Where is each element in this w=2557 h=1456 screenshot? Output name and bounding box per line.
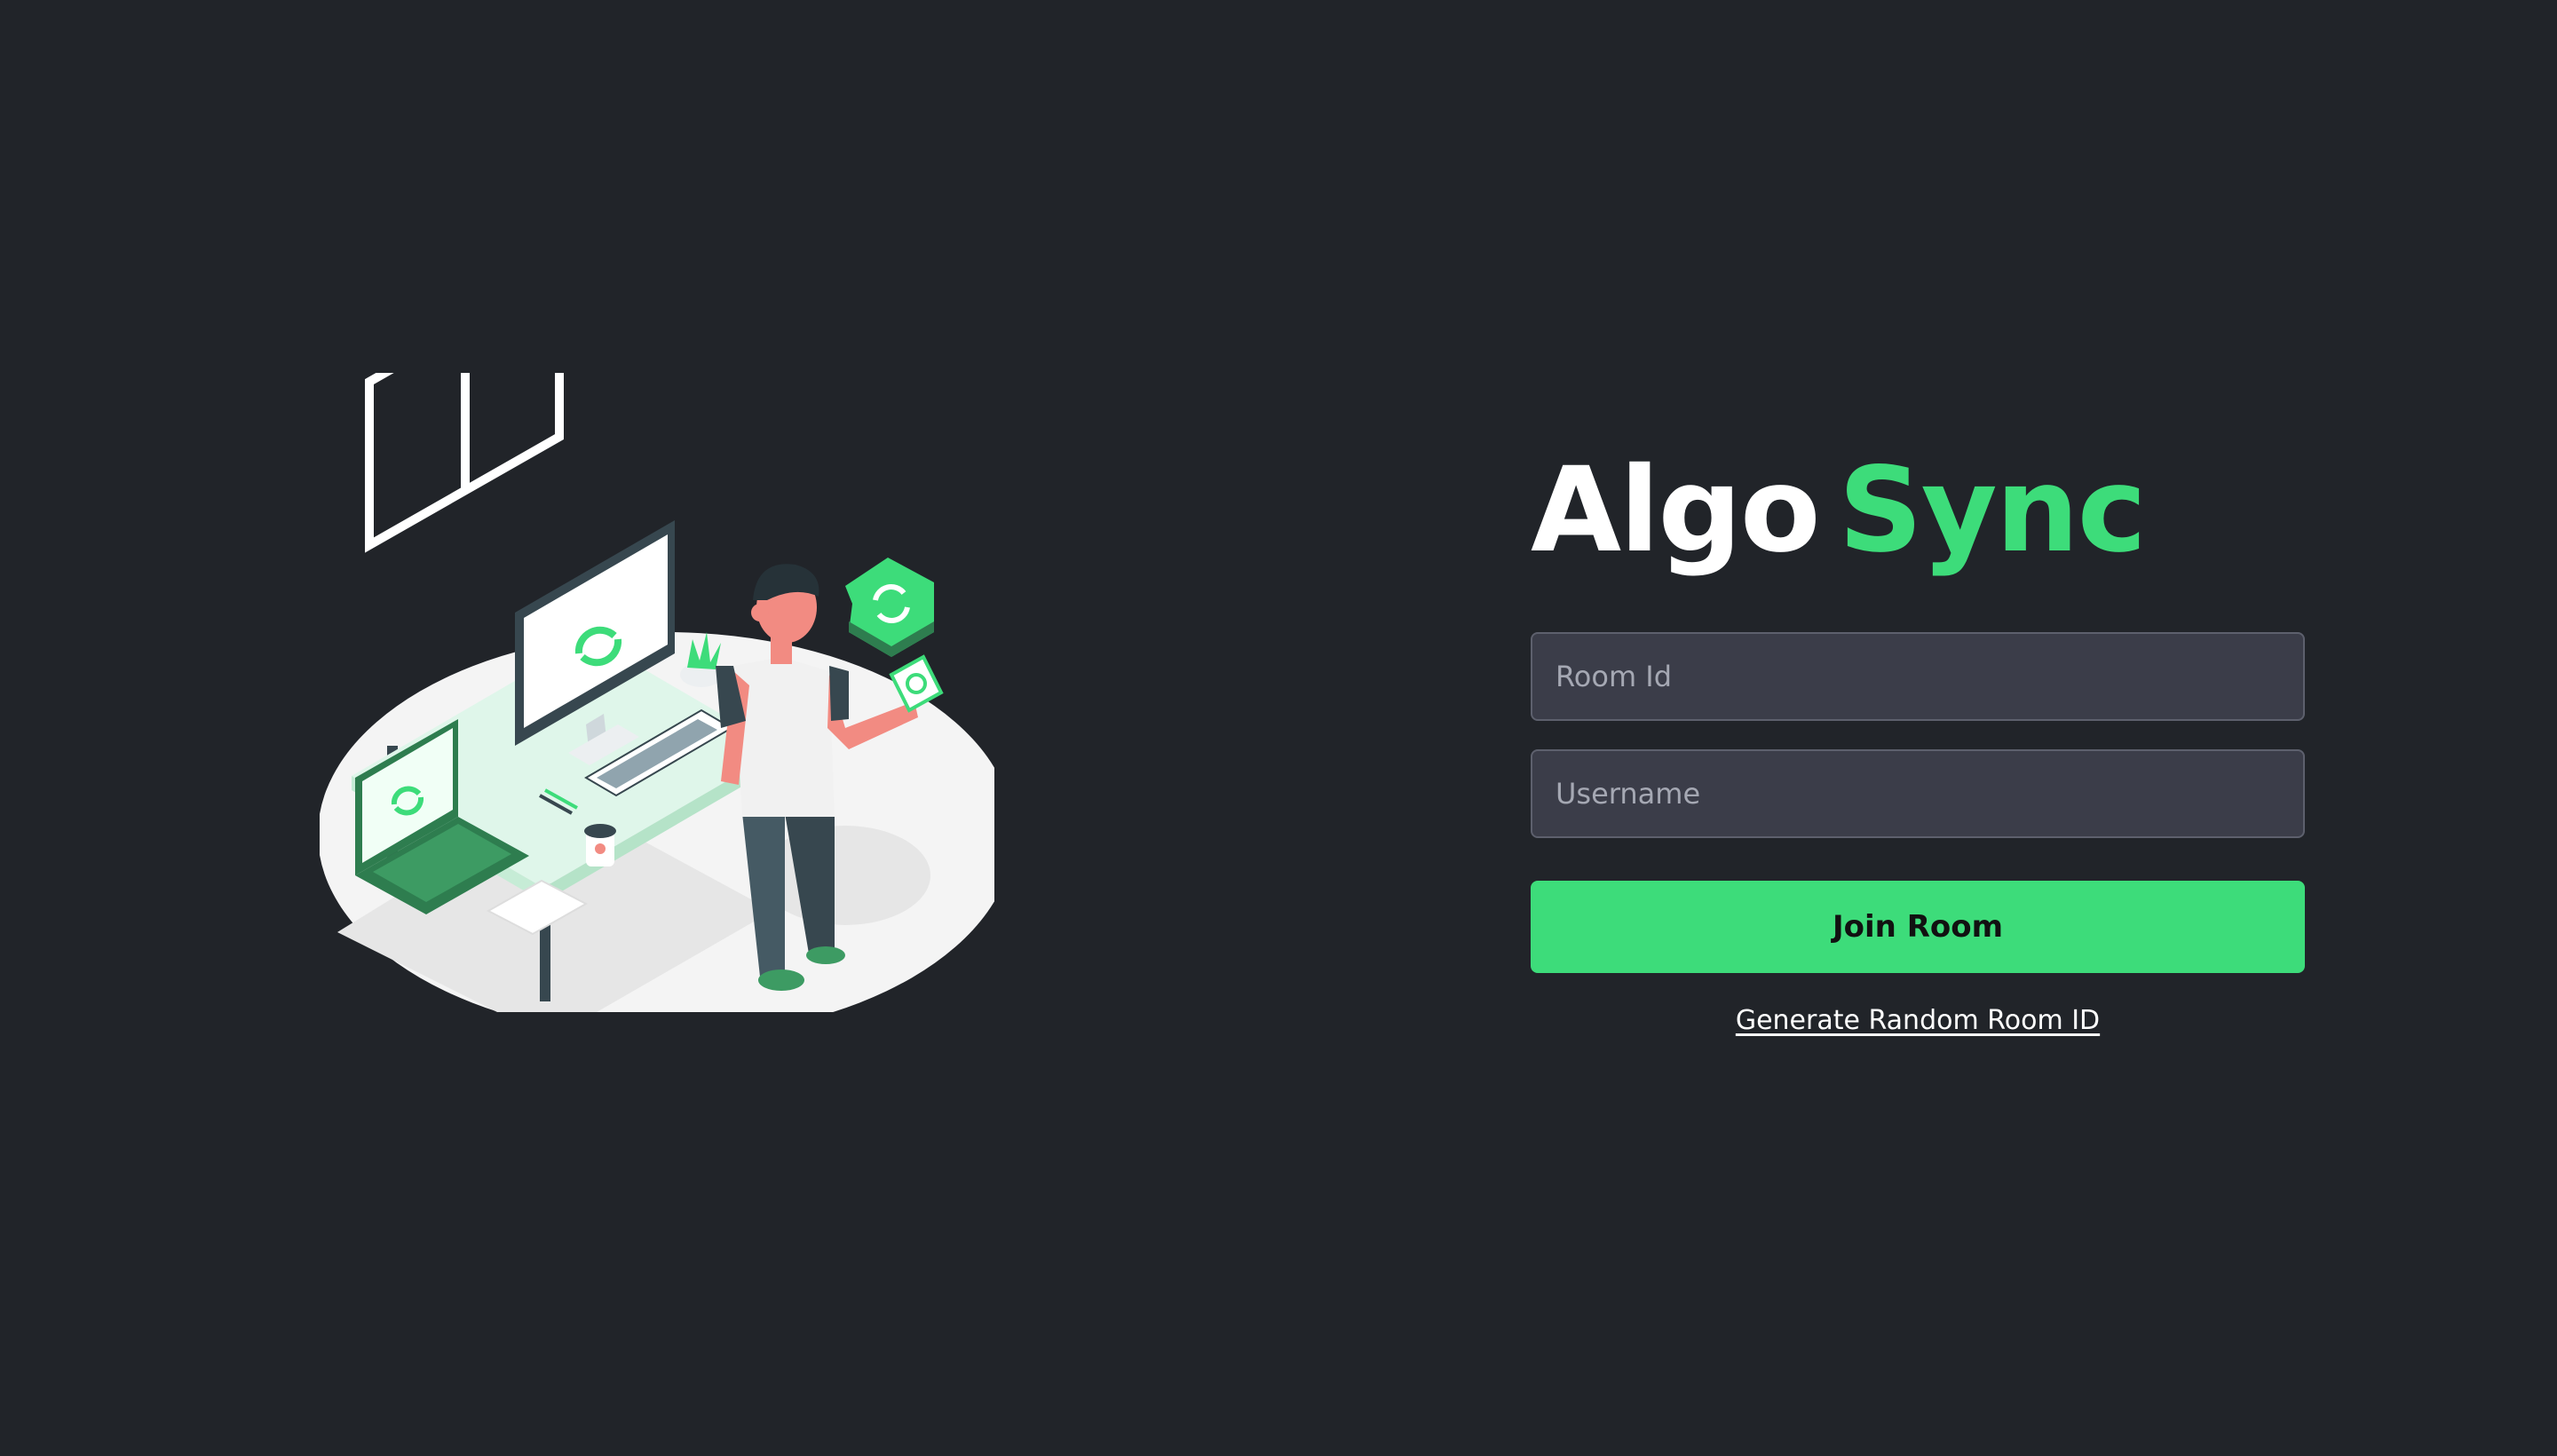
floating-sync-icon [845, 558, 934, 657]
brand-logo: Algo Sync [1531, 444, 2305, 577]
generate-random-room-id-link[interactable]: Generate Random Room ID [1531, 1005, 2305, 1036]
join-panel: Algo Sync Join Room Generate Random Room… [1531, 444, 2305, 1036]
hero-illustration [320, 373, 994, 1012]
room-id-input[interactable] [1531, 632, 2305, 721]
join-room-button[interactable]: Join Room [1531, 881, 2305, 973]
brand-algo: Algo [1531, 442, 1821, 579]
window-frame [365, 373, 564, 553]
username-input[interactable] [1531, 749, 2305, 838]
person-shadow [760, 826, 930, 925]
brand-sync: Sync [1838, 442, 2147, 579]
